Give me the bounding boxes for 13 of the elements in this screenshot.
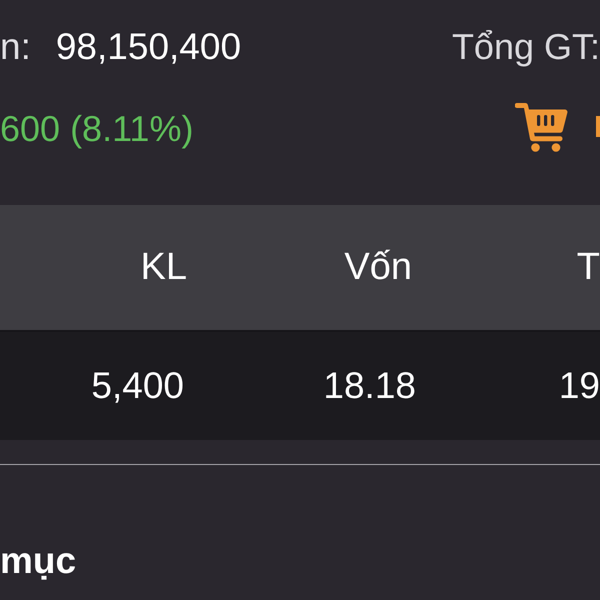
value-label: n: [0, 26, 31, 68]
column-header[interactable]: Vốn [344, 246, 412, 289]
cut-off-icon[interactable] [596, 116, 600, 136]
portfolio-value: 98,150,400 [56, 26, 242, 68]
column-header[interactable]: KL [140, 246, 187, 289]
table-cell: 19 [558, 365, 600, 407]
table-cell: 5,400 [91, 365, 184, 407]
column-header[interactable]: T [576, 246, 600, 289]
change-value: 600 (8.11%) [0, 108, 194, 150]
shopping-cart-icon[interactable] [515, 100, 568, 152]
total-value-label: Tổng GT: [452, 26, 600, 68]
section-title: mục [0, 540, 76, 582]
table-cell: 18.18 [323, 365, 416, 407]
